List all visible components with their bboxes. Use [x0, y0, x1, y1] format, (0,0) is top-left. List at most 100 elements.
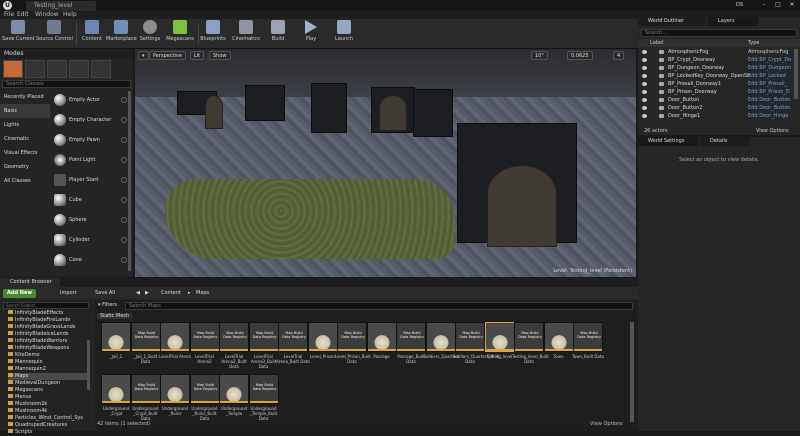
- camera-speed-button[interactable]: 4: [613, 51, 625, 60]
- outliner-row[interactable]: Door_Button2 Edit Door_Button: [638, 104, 792, 112]
- category-recently-placed[interactable]: Recently Placed: [0, 90, 50, 104]
- place-item[interactable]: Cube: [52, 191, 127, 210]
- asset-tile[interactable]: Map Build Data Registry LevelTrial Arena_…: [276, 322, 310, 372]
- folder-search-input[interactable]: Search Folders: [3, 302, 89, 309]
- content-button[interactable]: Content: [80, 20, 104, 48]
- minimize-button[interactable]: –: [758, 0, 770, 10]
- asset-tile[interactable]: Passage: [366, 322, 397, 372]
- asset-search-input[interactable]: Search Maps: [125, 302, 633, 310]
- category-geometry[interactable]: Geometry: [0, 160, 50, 174]
- place-item[interactable]: Player Start: [52, 171, 127, 190]
- asset-tile[interactable]: Map Build Data Registry LevelTrial Arena2: [189, 322, 220, 372]
- tab-layers[interactable]: Layers: [708, 17, 758, 26]
- tree-folder[interactable]: Mushroom4k: [8, 408, 47, 415]
- tab-world-outliner[interactable]: World Outliner: [638, 17, 706, 26]
- door-arch[interactable]: [379, 95, 407, 131]
- asset-tile[interactable]: Soldiers_Quarters: [424, 322, 459, 372]
- tree-folder[interactable]: KiteDemo: [8, 352, 40, 359]
- place-item[interactable]: Point Light: [52, 151, 127, 170]
- user-badge[interactable]: DS: [736, 1, 750, 10]
- modes-tab[interactable]: Modes: [0, 49, 133, 58]
- filters-button[interactable]: ▾ Filters: [98, 302, 117, 308]
- asset-tile[interactable]: Map Build Data Registry Level_Prison_Buil…: [335, 322, 371, 372]
- outliner-row[interactable]: BP_Prison_Doorway Edit BP_Prison_D: [638, 88, 792, 96]
- tree-folder-selected[interactable]: Maps: [8, 373, 88, 380]
- tree-folder[interactable]: InfinityBladeEffects: [8, 310, 63, 317]
- tree-folder[interactable]: Mushroom2k: [8, 401, 47, 408]
- tree-folder[interactable]: Mannequin: [8, 359, 43, 366]
- place-mode-icon[interactable]: [3, 60, 23, 78]
- menu-edit[interactable]: Edit: [17, 11, 29, 19]
- lit-button[interactable]: Lit: [190, 51, 205, 60]
- asset-tile[interactable]: _Jail_1: [101, 322, 131, 372]
- asset-tile[interactable]: Map Build Data Registry Testing_level_Bui…: [512, 322, 549, 372]
- place-item[interactable]: Cone: [52, 251, 127, 270]
- blueprints-button[interactable]: Blueprints: [200, 20, 226, 48]
- place-item[interactable]: Empty Character: [52, 111, 127, 130]
- place-item[interactable]: Empty Actor: [52, 91, 127, 110]
- asset-tile[interactable]: Map Build Data Registry LevelTrial Arena2…: [219, 322, 249, 372]
- class-search-input[interactable]: Search Classes: [2, 80, 131, 88]
- place-item[interactable]: Cylinder: [52, 231, 127, 250]
- menu-window[interactable]: Window: [35, 11, 59, 19]
- tree-folder[interactable]: InfinityBladeGrassLands: [8, 324, 75, 331]
- outliner-row[interactable]: BP_Presall_Doorway1 Edit BP_Presall_: [638, 80, 792, 88]
- tree-folder[interactable]: Megascans: [8, 387, 43, 394]
- tree-folder[interactable]: InfinityBladeIceLands: [8, 331, 69, 338]
- geometry-mode-icon[interactable]: [91, 60, 111, 78]
- category-cinematic[interactable]: Cinematic: [0, 132, 50, 146]
- show-button[interactable]: Show: [209, 51, 231, 60]
- tree-folder[interactable]: Particles_Wind_Control_Sys: [8, 415, 83, 422]
- asset-tile[interactable]: Map Build Data Registry Underground _Temp…: [248, 374, 279, 424]
- filter-chip[interactable]: Static Mesh: [97, 313, 133, 319]
- asset-tile[interactable]: Map Build Data Registry Passage_Built Dat…: [396, 322, 426, 372]
- launch-button[interactable]: Launch: [332, 20, 356, 48]
- menu-file[interactable]: File: [4, 11, 14, 19]
- close-button[interactable]: ✕: [786, 0, 798, 10]
- asset-tile[interactable]: Map Build Data Registry Underground _Cryp…: [130, 374, 161, 424]
- outliner-row[interactable]: BP_Crypt_Doorway Edit BP_Crypt_Do: [638, 56, 792, 64]
- add-new-button[interactable]: Add New: [3, 289, 36, 298]
- asset-view-options[interactable]: View Options: [590, 421, 623, 427]
- asset-tile[interactable]: Map Build Data Registry _Jail_1_Built Dat…: [130, 322, 161, 372]
- outliner-search-input[interactable]: Search...: [641, 29, 797, 37]
- level-viewport[interactable]: ▾ Perspective Lit Show 10° 0.0625 4 Leve…: [135, 49, 636, 277]
- outliner-row[interactable]: AtmosphericFog AtmosphericFog: [638, 48, 792, 56]
- outliner-row[interactable]: Door_Button Edit Door_Button: [638, 96, 792, 104]
- asset-tile[interactable]: Level_Prison: [307, 322, 338, 372]
- foliage-mode-icon[interactable]: [69, 60, 89, 78]
- viewport-options-button[interactable]: ▾: [138, 51, 149, 60]
- landscape-mode-icon[interactable]: [47, 60, 67, 78]
- place-item[interactable]: Empty Pawn: [52, 131, 127, 150]
- tree-folder[interactable]: MedievalDungeon: [8, 380, 60, 387]
- marketplace-button[interactable]: Marketplace: [106, 20, 137, 48]
- scale-snap-button[interactable]: 0.0625: [567, 51, 593, 60]
- door-arch[interactable]: [205, 95, 223, 129]
- place-item[interactable]: Sphere: [52, 211, 127, 230]
- perspective-button[interactable]: Perspective: [149, 51, 186, 60]
- outliner-row[interactable]: BP_LockedKey_Doorway_OpenSh Edit BP_Locke…: [638, 72, 792, 80]
- door-arch[interactable]: [487, 165, 557, 247]
- door-mesh[interactable]: [245, 85, 285, 121]
- door-mesh[interactable]: [311, 83, 347, 133]
- tree-folder[interactable]: InfinityBladeWarriors: [8, 338, 67, 345]
- breadcrumb-maps[interactable]: Maps: [196, 289, 209, 298]
- tab-details[interactable]: Details: [700, 137, 750, 146]
- asset-tile[interactable]: Underground _Crypt: [101, 374, 131, 424]
- maximize-button[interactable]: □: [772, 0, 784, 10]
- build-button[interactable]: Build: [268, 20, 288, 48]
- asset-tile[interactable]: Town: [543, 322, 574, 372]
- tree-folder[interactable]: Mannequin2: [8, 366, 46, 373]
- category-all-classes[interactable]: All Classes: [0, 174, 50, 188]
- history-forward-icon[interactable]: ▶: [145, 289, 149, 298]
- category-lights[interactable]: Lights: [0, 118, 50, 132]
- cinematics-button[interactable]: Cinematics: [232, 20, 260, 48]
- breadcrumb-content[interactable]: Content: [161, 289, 181, 298]
- asset-tile[interactable]: LevelTrial Arena: [159, 322, 191, 372]
- door-mesh[interactable]: [413, 89, 453, 137]
- asset-tile[interactable]: Map Build Data Registry LevelTrial Arena3…: [248, 322, 279, 372]
- asset-tile[interactable]: Testing_level: [484, 322, 515, 372]
- tree-folder[interactable]: InfinityBladeWeapons: [8, 345, 69, 352]
- asset-tile[interactable]: Underground _Ruins: [160, 374, 190, 424]
- save-all-button[interactable]: Save All: [95, 289, 115, 298]
